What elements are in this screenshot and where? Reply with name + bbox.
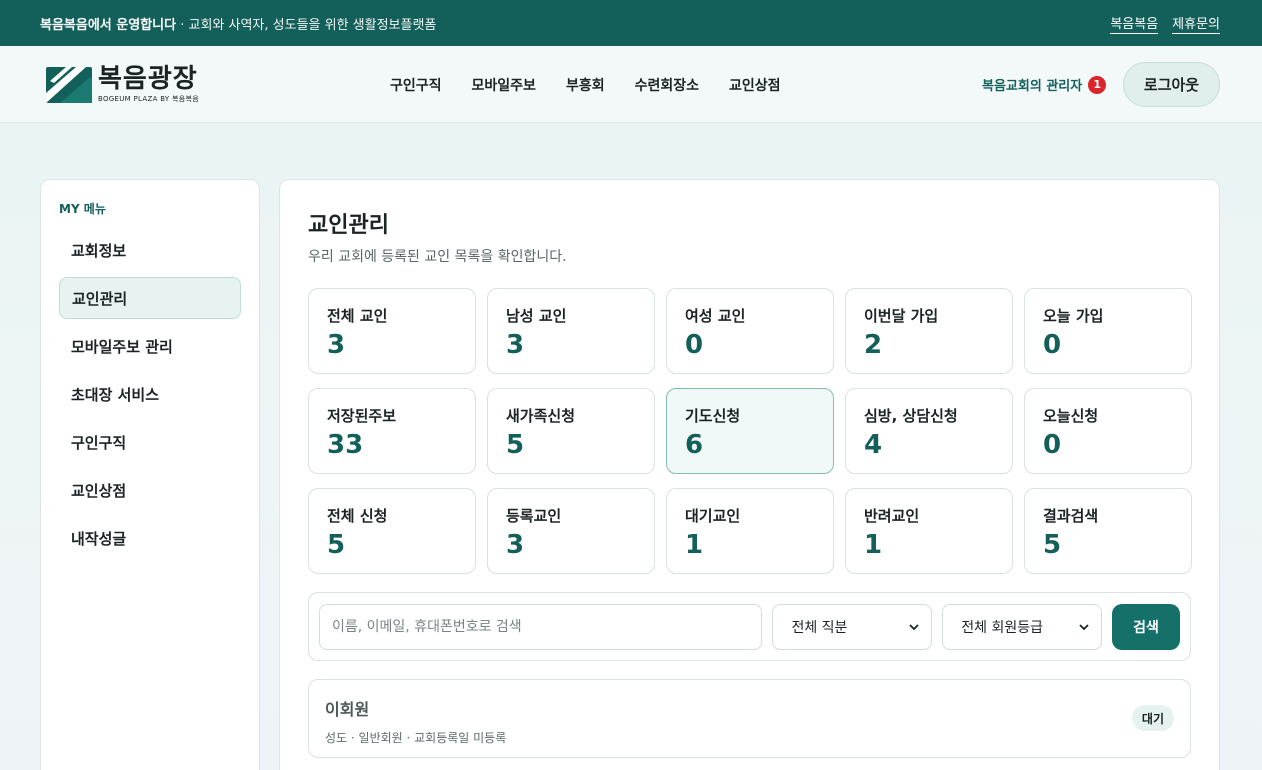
stat-card-total-members[interactable]: 전체 교인 3 [308, 288, 476, 374]
role-filter-select[interactable]: 전체 직분 [772, 603, 933, 650]
search-input[interactable] [319, 603, 763, 650]
member-search-bar: 전체 직분 전체 회원등급 검색 [308, 592, 1191, 661]
logo-subtitle: BOGEUM PLAZA BY 복음복음 [98, 95, 199, 103]
stat-card-rejected-members[interactable]: 반려교인 1 [845, 488, 1013, 574]
stat-card-visit-counsel-requests[interactable]: 심방, 상담신청 4 [845, 388, 1013, 474]
member-name: 이회원 [325, 700, 370, 719]
grade-filter-value: 전체 회원등급 [961, 619, 1043, 636]
my-menu-sidebar: MY 메뉴 교회정보 교인관리 모바일주보 관리 초대장 서비스 구인구직 교인… [40, 179, 260, 770]
stat-label: 남성 교인 [506, 307, 567, 325]
stat-card-today-signups[interactable]: 오늘 가입 0 [1024, 288, 1192, 374]
stat-value: 2 [864, 330, 883, 360]
sidebar-caption: MY 메뉴 [59, 202, 106, 216]
nav-revival[interactable]: 부흥회 [566, 75, 605, 95]
nav-mobile-bulletin[interactable]: 모바일주보 [472, 75, 536, 95]
chevron-down-icon [1079, 623, 1089, 630]
stat-card-today-requests[interactable]: 오늘신청 0 [1024, 388, 1192, 474]
sidebar-item-bulletin-management[interactable]: 모바일주보 관리 [59, 325, 241, 367]
nav-retreat-place[interactable]: 수련회장소 [635, 75, 699, 95]
stat-value: 1 [864, 530, 883, 560]
stat-label: 오늘신청 [1043, 407, 1099, 425]
page-description: 우리 교회에 등록된 교인 목록을 확인합니다. [308, 249, 567, 265]
stat-value: 1 [685, 530, 704, 560]
stat-card-newcomer-requests[interactable]: 새가족신청 5 [487, 388, 655, 474]
site-header: 복음광장 BOGEUM PLAZA BY 복음복음 구인구직 모바일주보 부흥회… [0, 46, 1262, 123]
stat-label: 결과검색 [1043, 507, 1099, 525]
top-banner: 복음복음에서 운영합니다 · 교회와 사역자, 성도들을 위한 생활정보플랫폼 … [0, 0, 1262, 46]
stat-card-prayer-requests[interactable]: 기도신청 6 [666, 388, 834, 474]
stat-value: 0 [1043, 330, 1062, 360]
stat-label: 오늘 가입 [1043, 307, 1104, 325]
stat-label: 등록교인 [506, 507, 562, 525]
stat-value: 0 [685, 330, 704, 360]
logo-mark-icon [46, 66, 92, 103]
page-title: 교인관리 [308, 213, 389, 238]
nav-member-shop[interactable]: 교인상점 [729, 75, 781, 95]
stat-value: 0 [1043, 430, 1062, 460]
stat-card-female-members[interactable]: 여성 교인 0 [666, 288, 834, 374]
stat-value: 3 [506, 530, 525, 560]
admin-account[interactable]: 복음교회의 관리자 1 [982, 75, 1107, 94]
link-bogeum[interactable]: 복음복음 [1110, 13, 1159, 34]
status-badge: 대기 [1131, 705, 1174, 731]
link-partnership[interactable]: 제휴문의 [1172, 13, 1220, 34]
member-list: 이회원 성도 · 일반회원 · 교회등록일 미등록 대기 [308, 679, 1191, 758]
stat-label: 반려교인 [864, 507, 920, 525]
stat-label: 이번달 가입 [864, 307, 939, 325]
stats-grid: 전체 교인 3 남성 교인 3 여성 교인 0 이번달 가입 2 오늘 가입 0… [308, 288, 1192, 574]
grade-filter-select[interactable]: 전체 회원등급 [942, 603, 1103, 650]
member-management-panel: 교인관리 우리 교회에 등록된 교인 목록을 확인합니다. 전체 교인 3 남성… [279, 179, 1220, 770]
stat-value: 33 [327, 430, 364, 460]
stat-label: 여성 교인 [685, 307, 746, 325]
stat-label: 대기교인 [685, 507, 741, 525]
banner-tagline: · 교회와 사역자, 성도들을 위한 생활정보플랫폼 [176, 17, 437, 33]
stat-label: 심방, 상담신청 [864, 407, 958, 425]
stat-value: 6 [685, 430, 704, 460]
stat-value: 3 [327, 330, 346, 360]
stat-label: 기도신청 [685, 407, 741, 425]
sidebar-item-member-management[interactable]: 교인관리 [59, 277, 241, 319]
stat-card-total-requests[interactable]: 전체 신청 5 [308, 488, 476, 574]
admin-label: 복음교회의 관리자 [982, 79, 1083, 94]
sidebar-item-member-shop[interactable]: 교인상점 [59, 469, 241, 511]
stat-card-monthly-signups[interactable]: 이번달 가입 2 [845, 288, 1013, 374]
stat-card-saved-bulletins[interactable]: 저장된주보 33 [308, 388, 476, 474]
sidebar-item-invitation-service[interactable]: 초대장 서비스 [59, 373, 241, 415]
stat-value: 4 [864, 430, 883, 460]
sidebar-item-jobs[interactable]: 구인구직 [59, 421, 241, 463]
stat-label: 새가족신청 [506, 407, 576, 425]
list-item[interactable]: 이회원 성도 · 일반회원 · 교회등록일 미등록 대기 [308, 679, 1191, 758]
stat-value: 5 [327, 530, 346, 560]
banner-text: 복음복음에서 운영합니다 · 교회와 사역자, 성도들을 위한 생활정보플랫폼 [40, 14, 436, 33]
logo-title: 복음광장 [98, 64, 198, 94]
banner-operator: 복음복음에서 운영합니다 [40, 17, 177, 33]
stat-card-male-members[interactable]: 남성 교인 3 [487, 288, 655, 374]
sidebar-item-church-info[interactable]: 교회정보 [59, 229, 241, 271]
stat-value: 5 [506, 430, 525, 460]
stat-label: 전체 신청 [327, 507, 388, 525]
logo[interactable]: 복음광장 BOGEUM PLAZA BY 복음복음 [46, 65, 199, 104]
logout-button[interactable]: 로그아웃 [1123, 62, 1220, 107]
notification-badge[interactable]: 1 [1088, 75, 1107, 94]
main-nav: 구인구직 모바일주보 부흥회 수련회장소 교인상점 [390, 46, 781, 123]
member-meta: 성도 · 일반회원 · 교회등록일 미등록 [325, 731, 507, 745]
stat-card-search-results[interactable]: 결과검색 5 [1024, 488, 1192, 574]
banner-links: 복음복음 제휴문의 [1110, 13, 1220, 34]
stat-label: 전체 교인 [327, 307, 388, 325]
sidebar-item-my-posts[interactable]: 내작성글 [59, 517, 241, 559]
search-button[interactable]: 검색 [1112, 603, 1180, 650]
stat-card-pending-members[interactable]: 대기교인 1 [666, 488, 834, 574]
role-filter-value: 전체 직분 [791, 619, 848, 636]
stat-value: 3 [506, 330, 525, 360]
stat-value: 5 [1043, 530, 1062, 560]
nav-jobs[interactable]: 구인구직 [390, 75, 442, 95]
stat-card-registered-members[interactable]: 등록교인 3 [487, 488, 655, 574]
chevron-down-icon [909, 623, 919, 630]
stat-label: 저장된주보 [327, 407, 397, 425]
